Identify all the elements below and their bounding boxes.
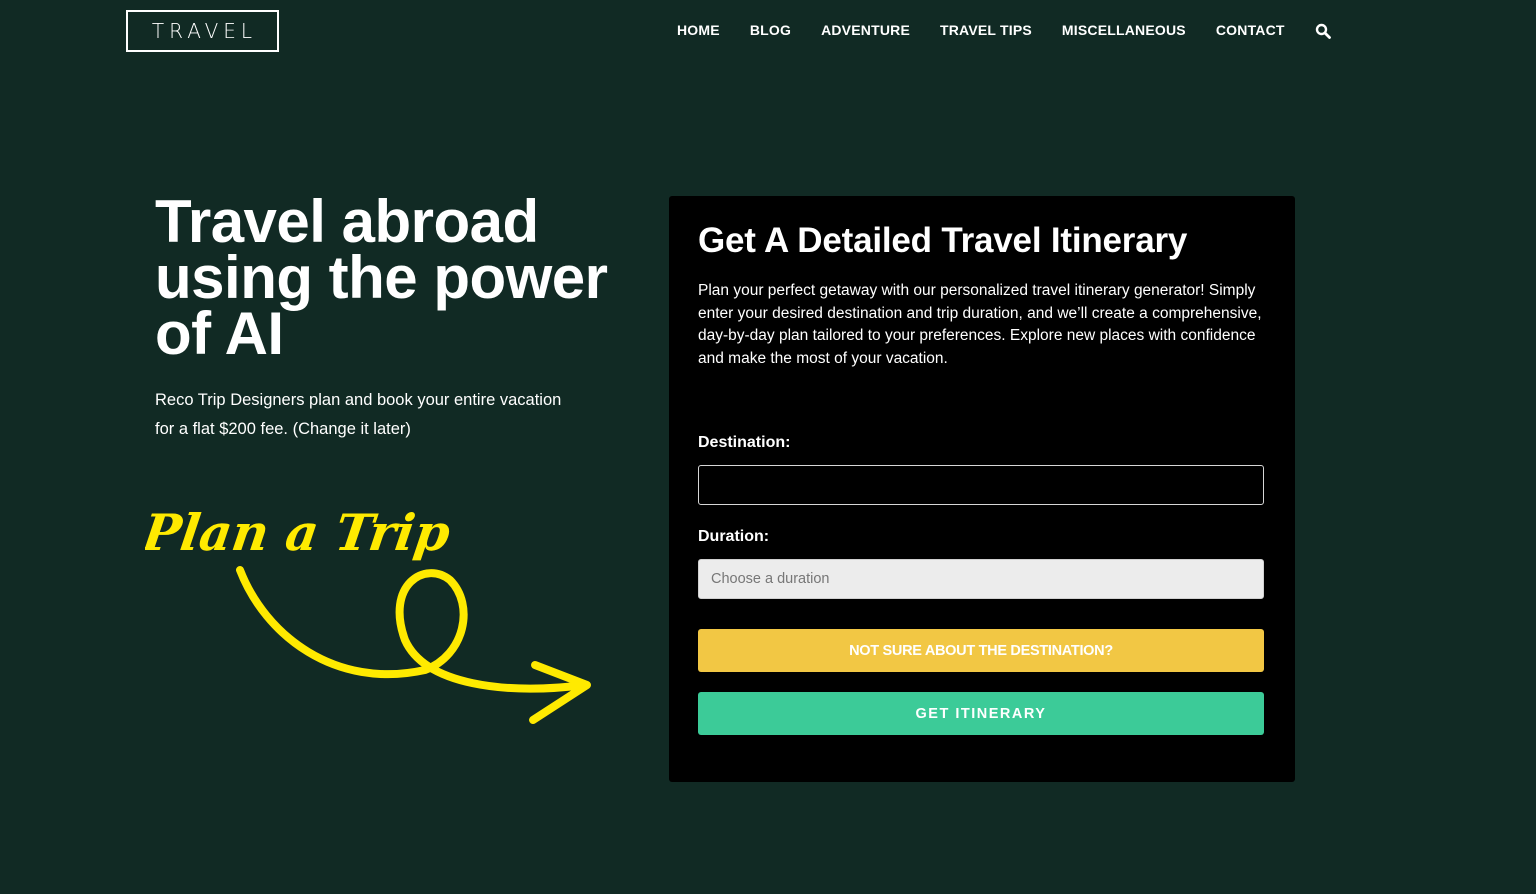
logo-text: TRAVEL [151, 19, 258, 43]
hero-title-line: of AI [155, 300, 284, 367]
nav-miscellaneous[interactable]: MISCELLANEOUS [1062, 22, 1186, 38]
duration-input[interactable] [698, 559, 1264, 599]
form-title: Get A Detailed Travel Itinerary [698, 221, 1188, 260]
arrow-head-icon [529, 661, 591, 724]
nav-home[interactable]: HOME [677, 22, 720, 38]
site-logo[interactable]: TRAVEL [126, 10, 279, 52]
duration-label: Duration: [698, 528, 770, 545]
hero-subtitle-line: for a flat $200 fee. (Change it later) [155, 420, 411, 438]
search-icon[interactable] [1315, 23, 1331, 39]
itinerary-form-card: Get A Detailed Travel Itinerary Plan you… [669, 196, 1295, 782]
nav-blog[interactable]: BLOG [750, 22, 791, 38]
curly-arrow-line [236, 566, 589, 693]
plan-a-trip-script: Plan a Trip [145, 503, 454, 562]
not-sure-destination-button[interactable]: NOT SURE ABOUT THE DESTINATION? [698, 629, 1264, 672]
destination-input[interactable] [698, 465, 1264, 505]
main-nav: HOME BLOG ADVENTURE TRAVEL TIPS MISCELLA… [677, 22, 1331, 39]
form-description: Plan your perfect getaway with our perso… [698, 282, 1262, 367]
hero-subtitle: Reco Trip Designers plan and book your e… [155, 386, 615, 444]
hero-subtitle-line: Reco Trip Designers plan and book your e… [155, 391, 562, 409]
hero-title: Travel abroad using the power of AI [155, 192, 655, 364]
nav-adventure[interactable]: ADVENTURE [821, 22, 910, 38]
destination-label: Destination: [698, 434, 791, 451]
plan-a-trip-illustration: Plan a Trip [145, 503, 591, 724]
nav-travel-tips[interactable]: TRAVEL TIPS [940, 22, 1032, 38]
get-itinerary-button[interactable]: GET ITINERARY [698, 692, 1264, 735]
nav-contact[interactable]: CONTACT [1216, 22, 1285, 38]
